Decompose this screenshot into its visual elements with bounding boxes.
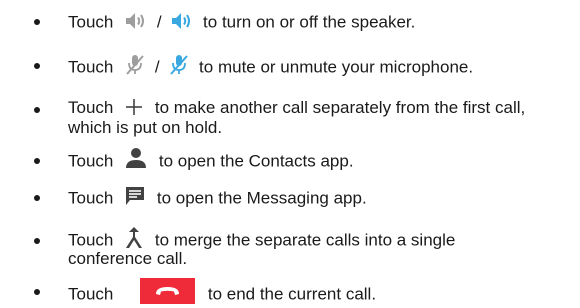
mic-muted-blue-icon (168, 53, 190, 77)
item-text: to open the Messaging app. (156, 188, 367, 208)
item-line: Touch / to turn on or off the speaker. (68, 12, 415, 34)
bullet (34, 19, 40, 25)
item-text: to open the Contacts app. (158, 151, 354, 171)
touch-word: Touch (68, 12, 114, 32)
speaker-off-icon (124, 10, 148, 32)
item-text: to make another call separately from the… (154, 98, 526, 117)
bullet (34, 63, 40, 69)
merge-icon (124, 226, 144, 250)
mic-muted-gray-icon (124, 53, 146, 77)
end-call-icon (140, 278, 196, 304)
item-text: to turn on or off the speaker. (203, 12, 416, 32)
speaker-on-icon (170, 10, 194, 32)
item-text: to merge the separate calls into a singl… (154, 230, 456, 250)
item-line-continued: which is put on hold. (68, 118, 222, 138)
bullet (34, 195, 40, 201)
item-text: to end the current call. (207, 284, 377, 304)
touch-word: Touch (68, 98, 114, 117)
bullet (34, 238, 40, 244)
item-line: Touch to end the current call. (68, 278, 377, 308)
item-text-2: conference call. (68, 249, 188, 268)
item-line: Touch to open the Contacts app. (68, 148, 354, 173)
bullet (34, 158, 40, 164)
item-line: Touch / to mute or unmute your microphon… (68, 53, 474, 80)
touch-word: Touch (68, 284, 114, 304)
item-line: Touch to open the Messaging app. (68, 185, 367, 210)
item-text-2: which is put on hold. (68, 118, 223, 137)
touch-word: Touch (68, 188, 114, 208)
bullet (34, 107, 40, 113)
message-icon (124, 185, 146, 207)
bullet (34, 289, 40, 295)
separator: / (156, 12, 162, 32)
touch-word: Touch (68, 151, 114, 171)
plus-icon (124, 97, 144, 117)
item-line: Touch to make another call separately fr… (68, 98, 525, 119)
touch-word: Touch (68, 57, 114, 77)
item-text: to mute or unmute your microphone. (199, 57, 474, 77)
person-icon (124, 147, 148, 169)
touch-word: Touch (68, 230, 114, 250)
separator: / (154, 57, 160, 77)
item-line-continued: conference call. (68, 249, 187, 269)
